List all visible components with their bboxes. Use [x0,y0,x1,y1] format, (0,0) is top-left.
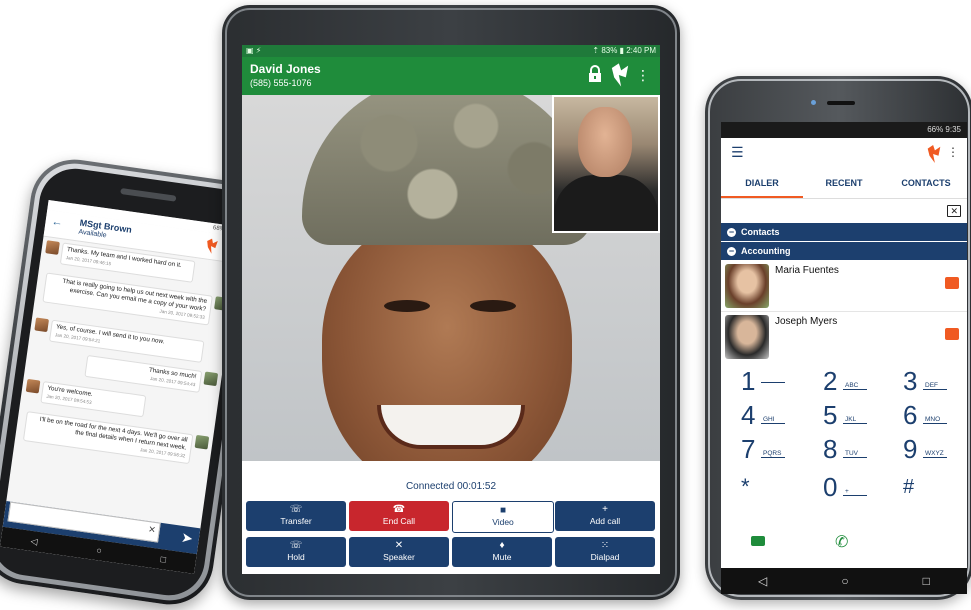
status-bar: ▣ ⚡ ⇡ 83% ▮ 2:40 PM [242,45,660,57]
phone-call-icon[interactable]: ✆ [835,532,848,552]
message-text: I'll be on the road for the next 4 days.… [39,415,189,452]
overflow-menu-icon[interactable]: ⋮ [636,67,650,84]
tab-recent[interactable]: RECENT [803,168,885,198]
video-call-icon[interactable] [751,536,765,546]
mute-button[interactable]: ♦ Mute [452,537,552,567]
call-app-bar: David Jones (585) 555-1076 ⋮ [242,57,660,95]
message-text: That is really going to help us out next… [61,277,208,313]
right-phone: 66% 9:35 ☰ ⋮ DIALER RECENT CONTACTS ✕ − C… [705,76,971,600]
chat-icon[interactable] [945,328,959,340]
status-bar: 66% 9:35 [721,122,967,138]
right-phone-screen: 66% 9:35 ☰ ⋮ DIALER RECENT CONTACTS ✕ − C… [721,122,967,568]
status-left: ▣ ⚡ [246,46,262,55]
hangup-icon: ☎ [392,504,406,515]
key-6[interactable]: 6 MNO [885,400,965,434]
transfer-button[interactable]: ☏ Transfer [246,501,346,531]
status-right: ⇡ 83% ▮ 2:40 PM [592,46,656,55]
key-5[interactable]: 5 JKL [805,400,885,434]
key-4[interactable]: 4 GHI [723,400,803,434]
lock-icon [589,65,601,82]
chat-icon[interactable] [945,277,959,289]
avatar [194,434,210,450]
app-logo-icon [207,238,218,254]
group-accounting[interactable]: − Accounting [721,242,967,261]
collapse-icon: − [727,246,736,256]
dialer-app-bar: ☰ ⋮ [721,138,967,168]
self-view-video[interactable] [552,95,660,233]
key-8[interactable]: 8 TUV [805,434,885,468]
remote-video [242,95,660,461]
overflow-menu-icon[interactable]: ⋮ [947,145,959,159]
contact-name: Joseph Myers [775,316,838,327]
tablet: ▣ ⚡ ⇡ 83% ▮ 2:40 PM David Jones (585) 55… [222,5,680,600]
message-item: I'll be on the road for the next 4 days.… [22,411,210,466]
tab-dialer[interactable]: DIALER [721,168,803,198]
dialpad-icon: ⁙ [600,540,610,551]
key-hash[interactable]: # [885,472,965,506]
nav-back-icon[interactable]: ◁ [30,535,38,547]
transfer-icon: ☏ [289,504,303,515]
clear-icon[interactable]: ✕ [147,524,157,536]
tablet-screen: ▣ ⚡ ⇡ 83% ▮ 2:40 PM David Jones (585) 55… [242,45,660,574]
front-camera [811,100,816,105]
call-timer: Connected 00:01:52 [405,481,497,492]
avatar [34,317,50,333]
dialer-tabs: DIALER RECENT CONTACTS [721,168,967,199]
dialpad: 1 2 ABC 3 DEF 4 GHI 5 JKL 6 MNO 7 PQRS 8 TUV 9W… [721,362,967,568]
key-7[interactable]: 7 PQRS [723,434,803,468]
dialpad-button[interactable]: ⁙ Dialpad [555,537,655,567]
key-9[interactable]: 9 WXYZ [885,434,965,468]
contact-row[interactable]: Joseph Myers [721,312,967,363]
avatar [25,378,41,394]
speaker-icon: ✕ [394,540,404,551]
nav-back-icon[interactable]: ◁ [758,574,767,588]
avatar [45,240,60,255]
key-0[interactable]: 0 + [805,472,885,506]
backspace-icon[interactable]: ✕ [947,205,961,217]
collapse-icon: − [727,227,736,237]
nav-home-icon[interactable]: ○ [96,545,103,556]
nav-recent-icon[interactable]: □ [923,574,930,588]
key-star[interactable]: * [723,472,803,506]
microphone-icon: ♦ [499,540,505,551]
key-2[interactable]: 2 ABC [805,366,885,400]
group-contacts[interactable]: − Contacts [721,223,967,242]
avatar [725,264,769,308]
add-call-button[interactable]: + Add call [555,501,655,531]
avatar [203,371,219,387]
hold-icon: ☏ [289,540,303,551]
message-item: Yes, of course. I will send it to you no… [33,317,205,363]
key-1[interactable]: 1 [723,366,803,400]
key-3[interactable]: 3 DEF [885,366,965,400]
dial-entry: ✕ [721,199,967,223]
speaker-button[interactable]: ✕ Speaker [349,537,449,567]
hamburger-menu-icon[interactable]: ☰ [731,144,744,161]
contact-row[interactable]: Maria Fuentes [721,261,967,312]
nav-home-icon[interactable]: ○ [841,574,848,588]
nav-recent-icon[interactable]: □ [160,554,167,565]
android-nav-bar: ◁ ○ □ [721,568,967,594]
tab-contacts[interactable]: CONTACTS [885,168,967,198]
caller-number: (585) 555-1076 [250,78,312,88]
app-logo-icon [927,145,941,163]
hold-button[interactable]: ☏ Hold [246,537,346,567]
contact-name: Maria Fuentes [775,265,839,276]
message-item: You're welcome. Jan 20, 2017 09:54:53 [24,378,147,418]
earpiece-speaker [827,101,855,105]
plus-icon: + [602,504,608,515]
video-button[interactable]: ■ Video [452,501,554,533]
camouflage-cap [302,95,592,245]
message-item: That is really going to help us out next… [42,272,229,327]
avatar [725,315,769,359]
dialer-actions: ✆ [721,532,967,552]
caller-name: David Jones [250,62,321,76]
app-logo-icon [611,63,629,87]
end-call-button[interactable]: ☎ End Call [349,501,449,531]
send-icon[interactable]: ➤ [180,529,194,547]
video-camera-icon: ■ [499,505,507,516]
back-arrow-icon[interactable]: ← [51,216,64,229]
call-controls: ☏ Transfer ☎ End Call ■ Video + Add call… [246,501,656,571]
